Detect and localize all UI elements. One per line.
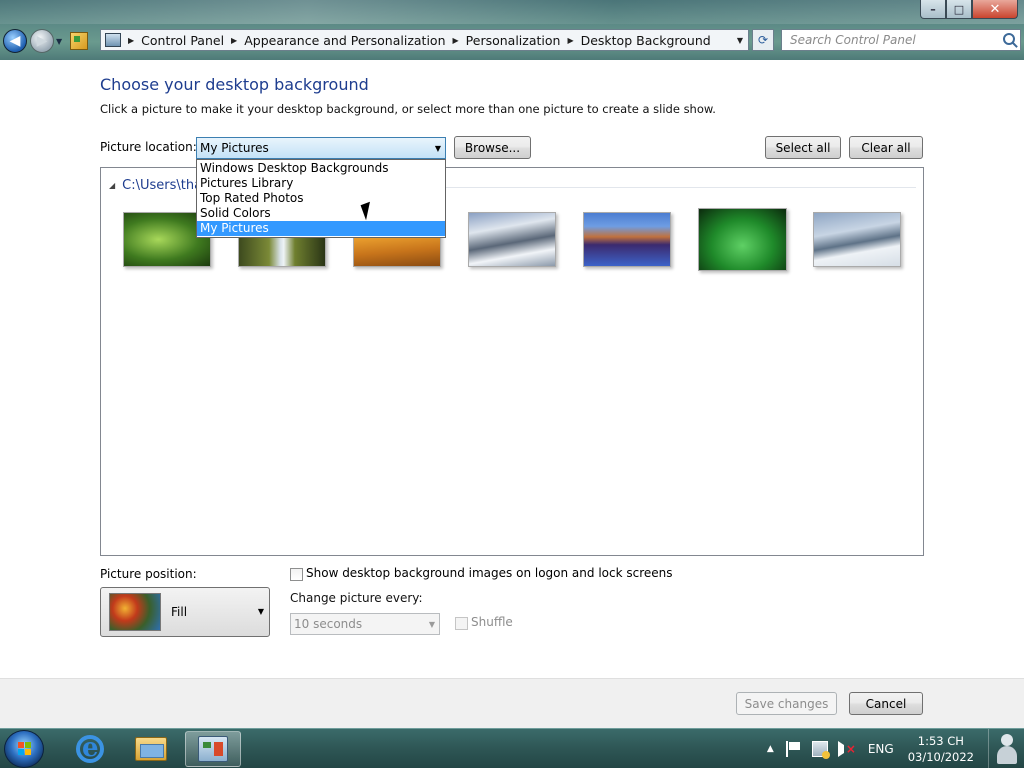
user-icon: [996, 734, 1018, 764]
picture-location-select[interactable]: My Pictures ▼: [196, 137, 446, 159]
logon-background-label[interactable]: Show desktop background images on logon …: [306, 566, 673, 580]
navigation-row: ◀ ▶ ▼: [0, 26, 1024, 56]
volume-muted-icon[interactable]: [837, 741, 856, 757]
minimize-button[interactable]: –: [920, 0, 946, 19]
folder-group-header[interactable]: ◢ C:\Users\tha: [109, 178, 202, 193]
internet-explorer-icon: [76, 733, 104, 763]
collapse-triangle-icon[interactable]: ◢: [109, 181, 115, 190]
windows-logo-icon: [18, 742, 32, 756]
caption-buttons: – □ ✕: [920, 0, 1018, 19]
taskbar-internet-explorer[interactable]: [62, 731, 118, 767]
notification-area: ▲ ENG 1:53 CH 03/10/2022: [767, 729, 1024, 768]
taskbar: ▲ ENG 1:53 CH 03/10/2022: [0, 728, 1024, 768]
clock-time: 1:53 CH: [917, 734, 964, 748]
dropdown-option-my-pictures[interactable]: My Pictures: [197, 221, 445, 236]
dropdown-option-solid-colors[interactable]: Solid Colors: [197, 206, 445, 221]
picture-location-value: My Pictures: [200, 141, 269, 155]
dropdown-option-top-rated-photos[interactable]: Top Rated Photos: [197, 191, 445, 206]
picture-location-label: Picture location:: [100, 140, 197, 154]
picture-position-value: Fill: [171, 605, 188, 619]
taskbar-windows-explorer[interactable]: [123, 731, 179, 767]
network-icon[interactable]: [811, 741, 830, 759]
taskbar-control-panel[interactable]: [185, 731, 241, 767]
picture-location-dropdown-list: Windows Desktop Backgrounds Pictures Lib…: [196, 159, 446, 238]
change-interval-value: 10 seconds: [294, 617, 363, 631]
chevron-down-icon[interactable]: ▼: [429, 620, 435, 629]
windows-explorer-icon: [135, 737, 167, 761]
logon-background-checkbox[interactable]: [290, 568, 303, 581]
control-panel-icon: [70, 32, 89, 50]
thumbnail-snowy-mountains[interactable]: [468, 212, 556, 267]
cancel-button[interactable]: Cancel: [849, 692, 923, 715]
save-changes-button[interactable]: Save changes: [736, 692, 837, 715]
thumbnail-mountain-lake[interactable]: [583, 212, 671, 267]
chevron-down-icon[interactable]: ▼: [258, 607, 264, 616]
change-interval-select[interactable]: 10 seconds ▼: [290, 613, 440, 635]
shuffle-label[interactable]: Shuffle: [471, 615, 513, 629]
page-subtitle: Click a picture to make it your desktop …: [100, 102, 716, 116]
clear-all-button[interactable]: Clear all: [849, 136, 923, 159]
footer-bar: Save changes Cancel: [0, 678, 1024, 728]
picture-position-select[interactable]: Fill ▼: [100, 587, 270, 637]
chevron-down-icon[interactable]: ▼: [435, 144, 441, 153]
language-indicator[interactable]: ENG: [868, 742, 894, 756]
main-content: Choose your desktop background Click a p…: [0, 60, 1024, 678]
thumbnail-green-plant[interactable]: [698, 208, 787, 271]
select-all-button[interactable]: Select all: [765, 136, 841, 159]
action-center-flag-icon[interactable]: [785, 741, 802, 757]
dropdown-option-windows-desktop-backgrounds[interactable]: Windows Desktop Backgrounds: [197, 161, 445, 176]
user-account-area[interactable]: [988, 729, 1024, 768]
group-divider: [421, 187, 916, 188]
back-button[interactable]: ◀: [3, 29, 27, 53]
picture-position-label: Picture position:: [100, 567, 197, 581]
thumbnail-snowy-slope[interactable]: [813, 212, 901, 267]
forward-button[interactable]: ▶: [30, 29, 54, 53]
position-preview-image: [109, 593, 161, 631]
clock[interactable]: 1:53 CH 03/10/2022: [908, 733, 974, 765]
folder-path: C:\Users\tha: [122, 178, 203, 193]
start-button[interactable]: [4, 730, 44, 768]
close-button[interactable]: ✕: [972, 0, 1018, 19]
browse-button[interactable]: Browse...: [454, 136, 531, 159]
control-panel-icon: [198, 736, 228, 762]
shuffle-checkbox[interactable]: [455, 617, 468, 630]
clock-date: 03/10/2022: [907, 750, 974, 764]
show-hidden-icons-icon[interactable]: ▲: [767, 744, 774, 754]
page-title: Choose your desktop background: [100, 75, 369, 94]
forward-arrow-icon: ▶: [36, 33, 48, 49]
dropdown-option-pictures-library[interactable]: Pictures Library: [197, 176, 445, 191]
back-arrow-icon: ◀: [9, 33, 21, 49]
maximize-button[interactable]: □: [946, 0, 972, 19]
change-picture-label: Change picture every:: [290, 591, 423, 605]
recent-pages-dropdown-icon[interactable]: ▼: [56, 37, 62, 46]
